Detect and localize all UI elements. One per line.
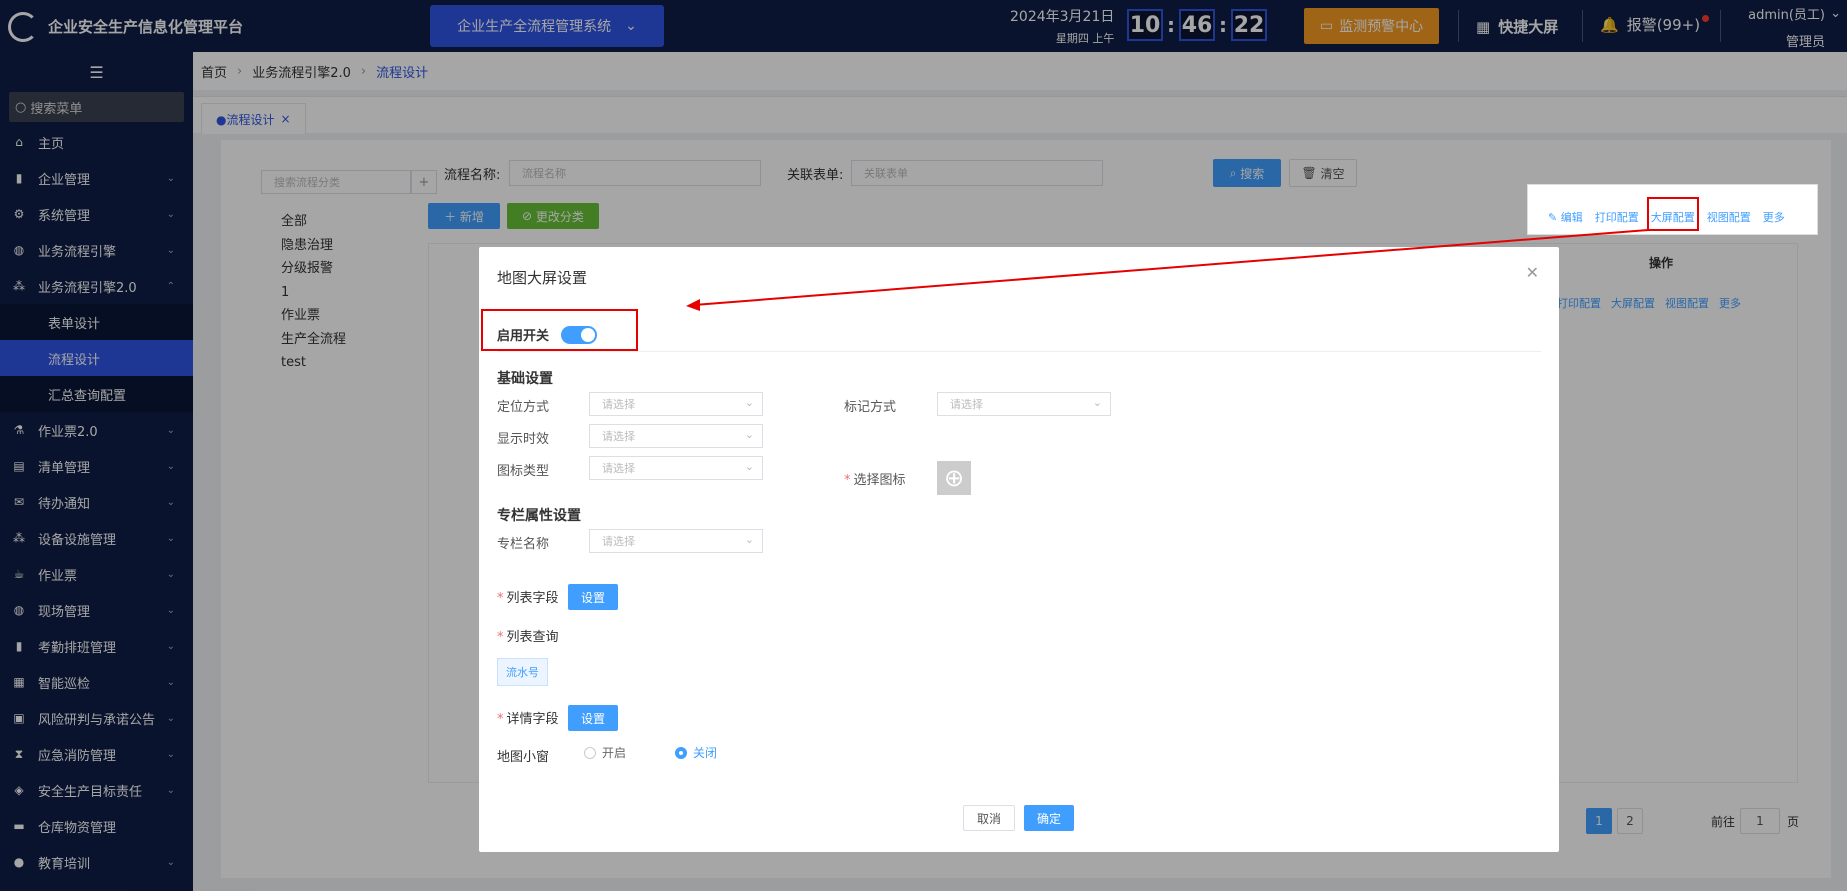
- choose-icon-label: * 选择图标: [844, 473, 906, 488]
- edit-icon: ✎: [1548, 211, 1561, 224]
- column-name-select[interactable]: 请选择 ⌄: [589, 529, 763, 553]
- plus-circle-icon: ⊕: [943, 464, 965, 492]
- chevron-down-icon: ⌄: [744, 533, 754, 546]
- display-label: 显示时效: [497, 432, 550, 447]
- column-name-label: 专栏名称: [497, 537, 550, 552]
- radio-close[interactable]: 关闭: [675, 744, 717, 761]
- edit-action[interactable]: ✎ 编辑: [1548, 209, 1583, 225]
- basic-settings-heading: 基础设置: [497, 371, 553, 387]
- chevron-down-icon: ⌄: [1092, 396, 1102, 409]
- radio-circle-icon: [584, 746, 596, 759]
- list-query-label: * 列表查询: [497, 630, 559, 645]
- cancel-button[interactable]: 取消: [963, 805, 1015, 831]
- radio-open[interactable]: 开启: [584, 744, 626, 761]
- serial-tag[interactable]: 流水号: [497, 658, 548, 686]
- annotation-box: [481, 309, 638, 351]
- mark-select[interactable]: 请选择 ⌄: [937, 392, 1111, 416]
- locate-select[interactable]: 请选择 ⌄: [589, 392, 763, 416]
- icon-type-label: 图标类型: [497, 464, 550, 479]
- add-icon-button[interactable]: ⊕: [937, 461, 971, 495]
- annotation-box: [1647, 197, 1699, 231]
- chevron-down-icon: ⌄: [744, 428, 754, 441]
- ok-button[interactable]: 确定: [1024, 805, 1074, 831]
- mini-map-label: 地图小窗: [497, 750, 550, 765]
- list-field-set-button[interactable]: 设置: [568, 584, 618, 610]
- locate-label: 定位方式: [497, 400, 550, 415]
- dialog-title: 地图大屏设置: [497, 269, 588, 287]
- map-screen-settings-dialog: 地图大屏设置 ✕ 启用开关 基础设置 定位方式 请选择 ⌄ 标记方式 请选择 ⌄ 显…: [479, 247, 1559, 852]
- icon-type-select[interactable]: 请选择 ⌄: [589, 456, 763, 480]
- chevron-down-icon: ⌄: [744, 396, 754, 409]
- display-select[interactable]: 请选择 ⌄: [589, 424, 763, 448]
- print-config-action[interactable]: 打印配置: [1595, 209, 1639, 225]
- more-action[interactable]: 更多: [1763, 209, 1785, 225]
- column-settings-heading: 专栏属性设置: [497, 508, 581, 524]
- close-icon[interactable]: ✕: [1526, 263, 1539, 282]
- view-config-action[interactable]: 视图配置: [1707, 209, 1751, 225]
- chevron-down-icon: ⌄: [744, 460, 754, 473]
- list-field-label: * 列表字段: [497, 591, 559, 606]
- mark-label: 标记方式: [844, 400, 897, 415]
- divider: [497, 351, 1541, 352]
- detail-field-label: * 详情字段: [497, 712, 559, 727]
- detail-field-set-button[interactable]: 设置: [568, 705, 618, 731]
- radio-checked-icon: [675, 746, 687, 759]
